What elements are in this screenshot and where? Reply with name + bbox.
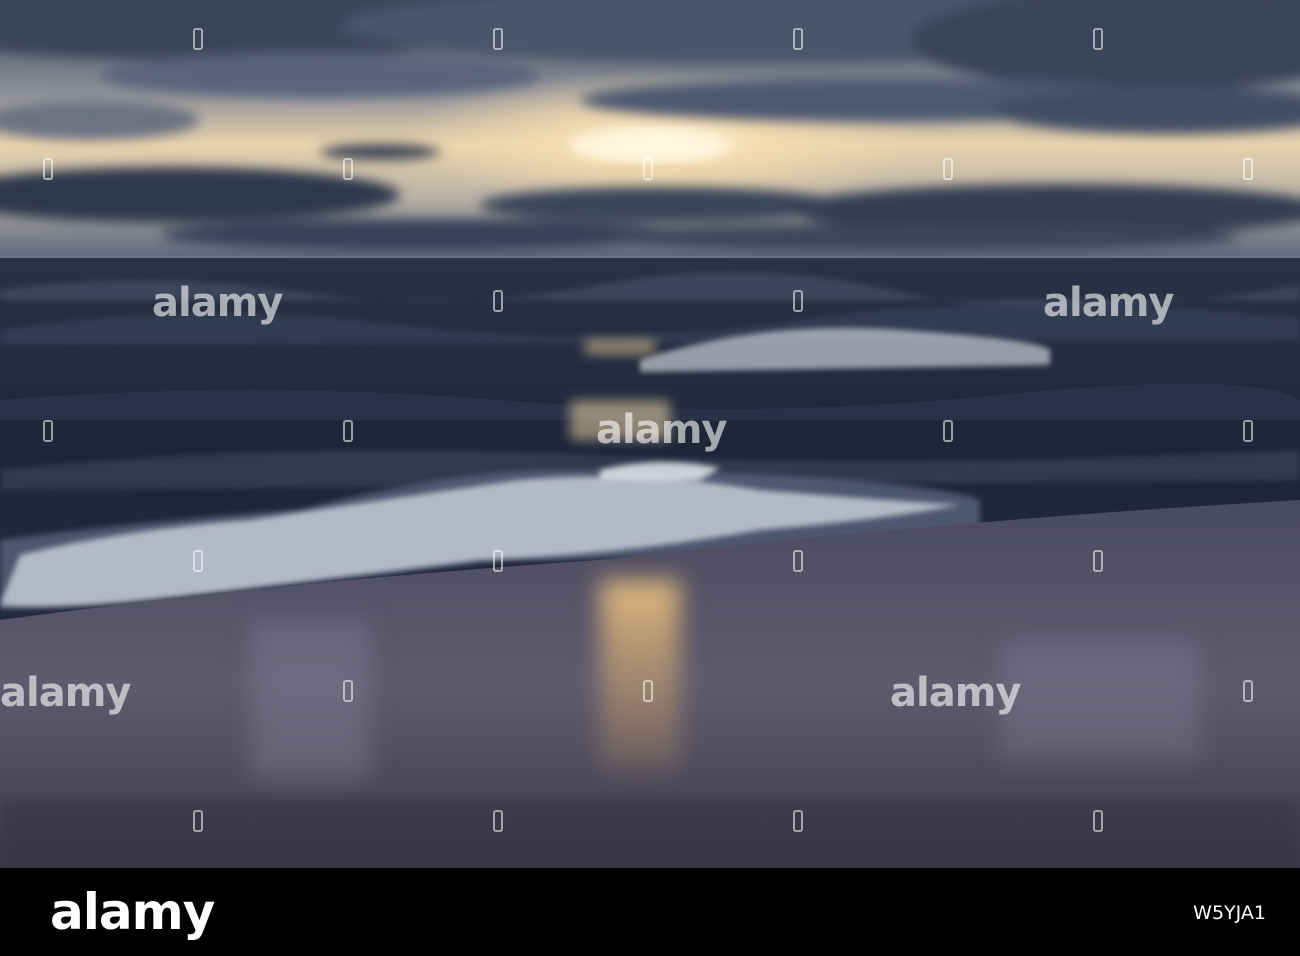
image-id: W5YJA1 <box>1193 902 1266 924</box>
alamy-logo: alamy <box>50 883 215 941</box>
sea-sunset-photo: alamy alamy alamy alamy alamy <box>0 0 1300 868</box>
footer-bar: alamy W5YJA1 <box>0 868 1300 956</box>
photo-illustration <box>0 0 1300 868</box>
